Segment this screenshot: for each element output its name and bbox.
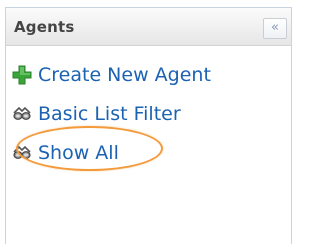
basic-list-filter-link[interactable]: Basic List Filter bbox=[12, 104, 291, 124]
panel-header: Agents « bbox=[6, 8, 291, 46]
binoculars-icon bbox=[12, 104, 32, 124]
create-new-agent-label: Create New Agent bbox=[38, 64, 211, 86]
show-all-label: Show All bbox=[38, 142, 119, 164]
add-icon bbox=[12, 65, 32, 85]
collapse-panel-button[interactable]: « bbox=[263, 18, 287, 39]
show-all-link[interactable]: Show All bbox=[12, 143, 291, 163]
create-new-agent-link[interactable]: Create New Agent bbox=[12, 65, 291, 85]
agents-panel: Agents « Create New Agent Basic List Fil… bbox=[5, 7, 292, 244]
basic-list-filter-label: Basic List Filter bbox=[38, 103, 181, 125]
binoculars-icon bbox=[12, 143, 32, 163]
panel-title: Agents bbox=[14, 18, 75, 36]
agent-actions-list: Create New Agent Basic List Filter Show … bbox=[12, 65, 291, 182]
